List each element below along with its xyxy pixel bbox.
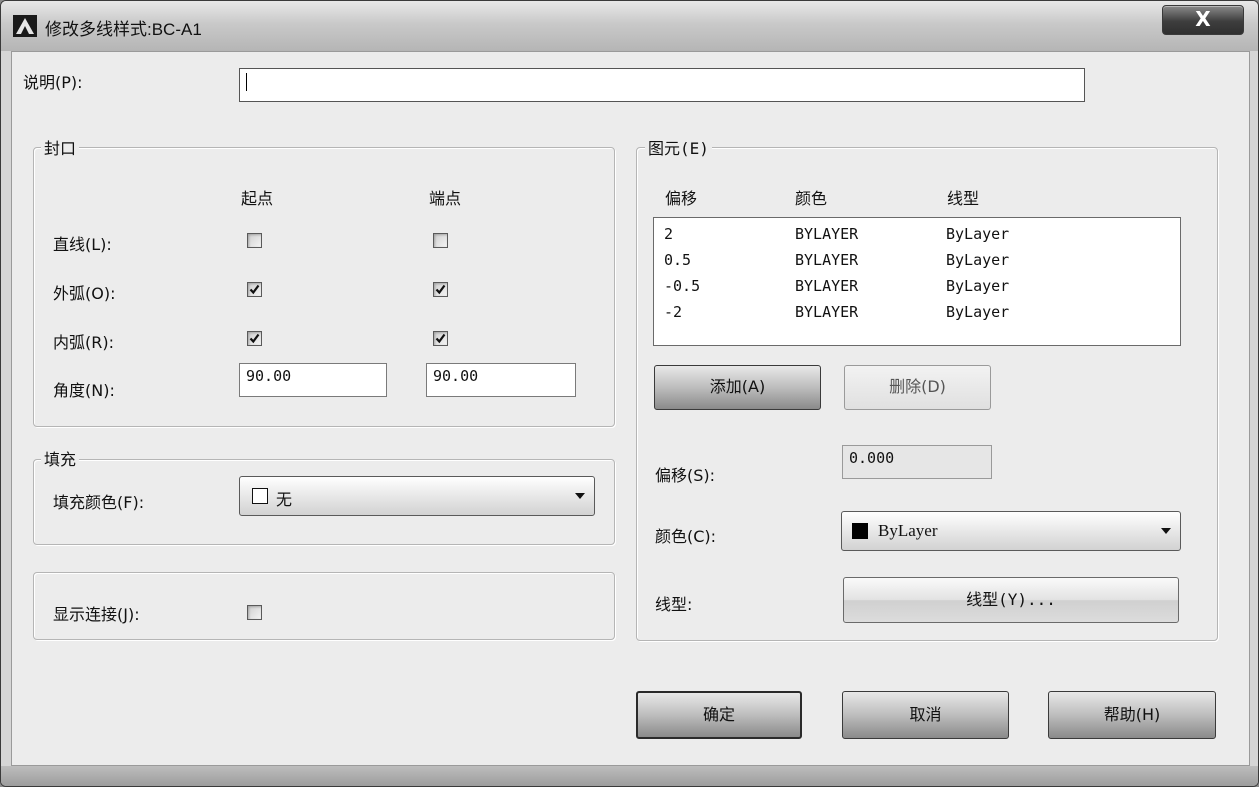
line-cap-label: 直线(L):	[53, 235, 112, 254]
fill-color-value: 无	[276, 490, 293, 509]
window-bottom-border	[1, 766, 1258, 786]
checkmark-icon	[249, 284, 260, 295]
caps-start-header: 起点	[241, 189, 274, 208]
inner-arc-label: 内弧(R):	[53, 333, 114, 352]
ok-button[interactable]: 确定	[636, 691, 802, 739]
elements-header-linetype: 线型	[947, 189, 980, 208]
close-icon: X	[1195, 7, 1211, 31]
element-color-swatch	[852, 523, 868, 539]
caps-group-title: 封口	[41, 135, 80, 159]
text-cursor	[246, 72, 247, 91]
elements-list[interactable]: 2 BYLAYER ByLayer 0.5 BYLAYER ByLayer -0…	[653, 217, 1181, 346]
angle-start-input[interactable]: 90.00	[239, 363, 387, 397]
description-input[interactable]	[239, 68, 1085, 102]
delete-element-button[interactable]: 删除(D)	[844, 365, 991, 410]
angle-end-input[interactable]: 90.00	[426, 363, 576, 397]
fill-color-label: 填充颜色(F):	[53, 493, 145, 512]
window-title: 修改多线样式:BC-A1	[45, 20, 202, 39]
cancel-button[interactable]: 取消	[842, 691, 1009, 739]
chevron-down-icon	[575, 493, 585, 499]
line-end-checkbox[interactable]	[433, 233, 448, 248]
fill-color-swatch	[252, 488, 268, 504]
checkmark-icon	[249, 333, 260, 344]
multiline-style-dialog: 修改多线样式:BC-A1 X 说明(P): 封口 起点 端点 直线(L): 外弧…	[0, 0, 1259, 787]
add-element-button[interactable]: 添加(A)	[654, 365, 821, 410]
color-label: 颜色(C):	[655, 527, 717, 546]
close-button[interactable]: X	[1162, 5, 1244, 35]
help-button[interactable]: 帮助(H)	[1048, 691, 1216, 739]
inner-arc-end-checkbox[interactable]	[433, 331, 448, 346]
angle-label: 角度(N):	[53, 381, 115, 400]
checkmark-icon	[435, 284, 446, 295]
element-color-dropdown[interactable]: ByLayer	[841, 511, 1181, 551]
chevron-down-icon	[1161, 528, 1171, 534]
description-label: 说明(P):	[23, 73, 83, 92]
offset-label: 偏移(S):	[655, 466, 716, 485]
elements-header-color: 颜色	[795, 189, 828, 208]
table-row[interactable]: -0.5 BYLAYER ByLayer	[654, 276, 1180, 302]
autocad-logo-icon	[13, 15, 37, 37]
offset-input[interactable]: 0.000	[842, 445, 992, 479]
elements-header-offset: 偏移	[665, 189, 698, 208]
fill-group-title: 填充	[41, 446, 80, 470]
outer-arc-start-checkbox[interactable]	[247, 282, 262, 297]
linetype-label: 线型:	[655, 595, 693, 614]
outer-arc-label: 外弧(O):	[53, 284, 116, 303]
table-row[interactable]: -2 BYLAYER ByLayer	[654, 302, 1180, 328]
caps-end-header: 端点	[429, 189, 462, 208]
element-color-value: ByLayer	[878, 521, 938, 540]
title-bar[interactable]: 修改多线样式:BC-A1 X	[1, 1, 1258, 51]
fill-color-dropdown[interactable]: 无	[239, 476, 595, 516]
checkmark-icon	[435, 333, 446, 344]
show-joints-checkbox[interactable]	[247, 605, 262, 620]
linetype-button[interactable]: 线型(Y)...	[843, 577, 1179, 623]
table-row[interactable]: 0.5 BYLAYER ByLayer	[654, 250, 1180, 276]
table-row[interactable]: 2 BYLAYER ByLayer	[654, 224, 1180, 250]
outer-arc-end-checkbox[interactable]	[433, 282, 448, 297]
elements-group-title: 图元(E)	[645, 135, 712, 159]
show-joints-label: 显示连接(J):	[53, 605, 140, 624]
inner-arc-start-checkbox[interactable]	[247, 331, 262, 346]
line-start-checkbox[interactable]	[247, 233, 262, 248]
